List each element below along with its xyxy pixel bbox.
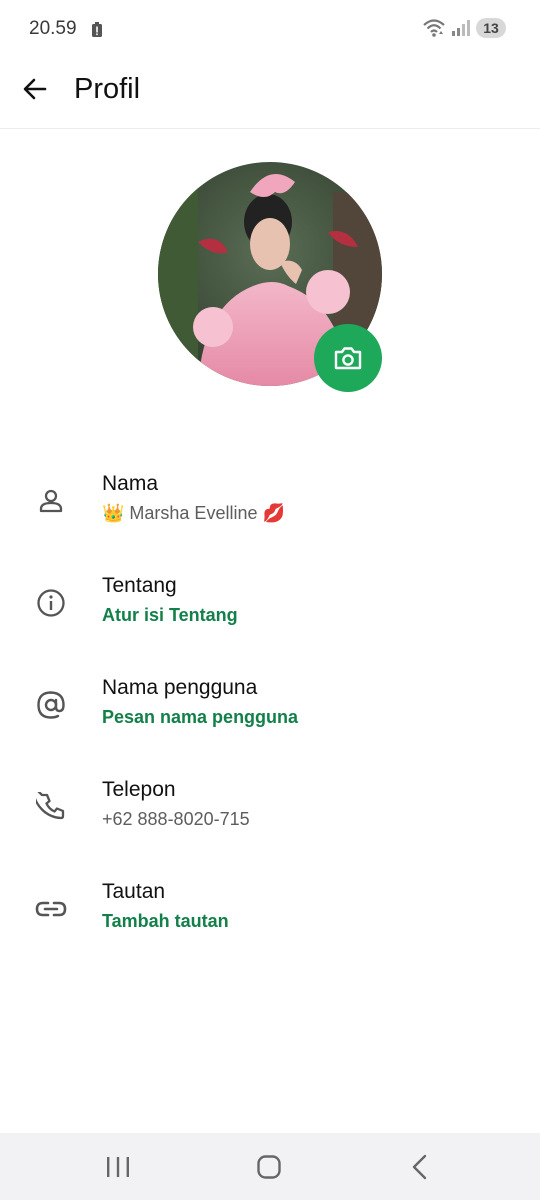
- person-icon: [32, 482, 70, 520]
- status-bar: 20.59 13: [0, 0, 540, 60]
- change-photo-button[interactable]: [314, 324, 382, 392]
- recent-apps-icon: [107, 1157, 129, 1177]
- back-button[interactable]: [14, 68, 56, 110]
- field-label: Tentang: [102, 574, 177, 597]
- field-value: 👑 Marsha Evelline 💋: [102, 503, 285, 523]
- home-icon: [257, 1155, 281, 1179]
- arrow-back-icon: [23, 78, 47, 100]
- info-icon: [32, 584, 70, 622]
- field-value: Pesan nama pengguna: [102, 707, 299, 727]
- phone-icon: [32, 788, 70, 826]
- app-bar: Profil: [0, 60, 540, 129]
- field-value: Atur isi Tentang: [102, 605, 238, 625]
- home-button[interactable]: [239, 1147, 299, 1187]
- field-label: Nama pengguna: [102, 676, 258, 699]
- field-value: Tambah tautan: [102, 911, 229, 931]
- field-row-link[interactable]: Tautan Tambah tautan: [0, 864, 540, 954]
- page-title: Profil: [74, 73, 141, 105]
- field-row-name[interactable]: Nama 👑 Marsha Evelline 💋: [0, 456, 540, 546]
- status-indicators: 13: [422, 18, 506, 38]
- field-row-username[interactable]: Nama pengguna Pesan nama pengguna: [0, 660, 540, 750]
- signal-icon: [452, 20, 470, 36]
- field-label: Tautan: [102, 880, 166, 903]
- recent-apps-button[interactable]: [88, 1147, 148, 1187]
- system-nav-bar: [0, 1133, 540, 1200]
- chevron-left-icon: [412, 1154, 427, 1180]
- battery-alert-icon: [92, 22, 102, 37]
- field-row-phone[interactable]: Telepon +62 888-8020-715: [0, 762, 540, 852]
- field-label: Nama: [102, 472, 159, 495]
- status-time: 20.59: [29, 18, 77, 39]
- profile-photo-area: [158, 162, 384, 392]
- at-sign-icon: [32, 686, 70, 724]
- link-icon: [32, 890, 70, 928]
- field-label: Telepon: [102, 778, 176, 801]
- battery-level-badge: 13: [476, 18, 506, 38]
- camera-icon: [334, 347, 362, 370]
- wifi-icon: [423, 19, 445, 37]
- back-nav-button[interactable]: [390, 1147, 450, 1187]
- field-row-about[interactable]: Tentang Atur isi Tentang: [0, 558, 540, 648]
- field-value: +62 888-8020-715: [102, 809, 250, 829]
